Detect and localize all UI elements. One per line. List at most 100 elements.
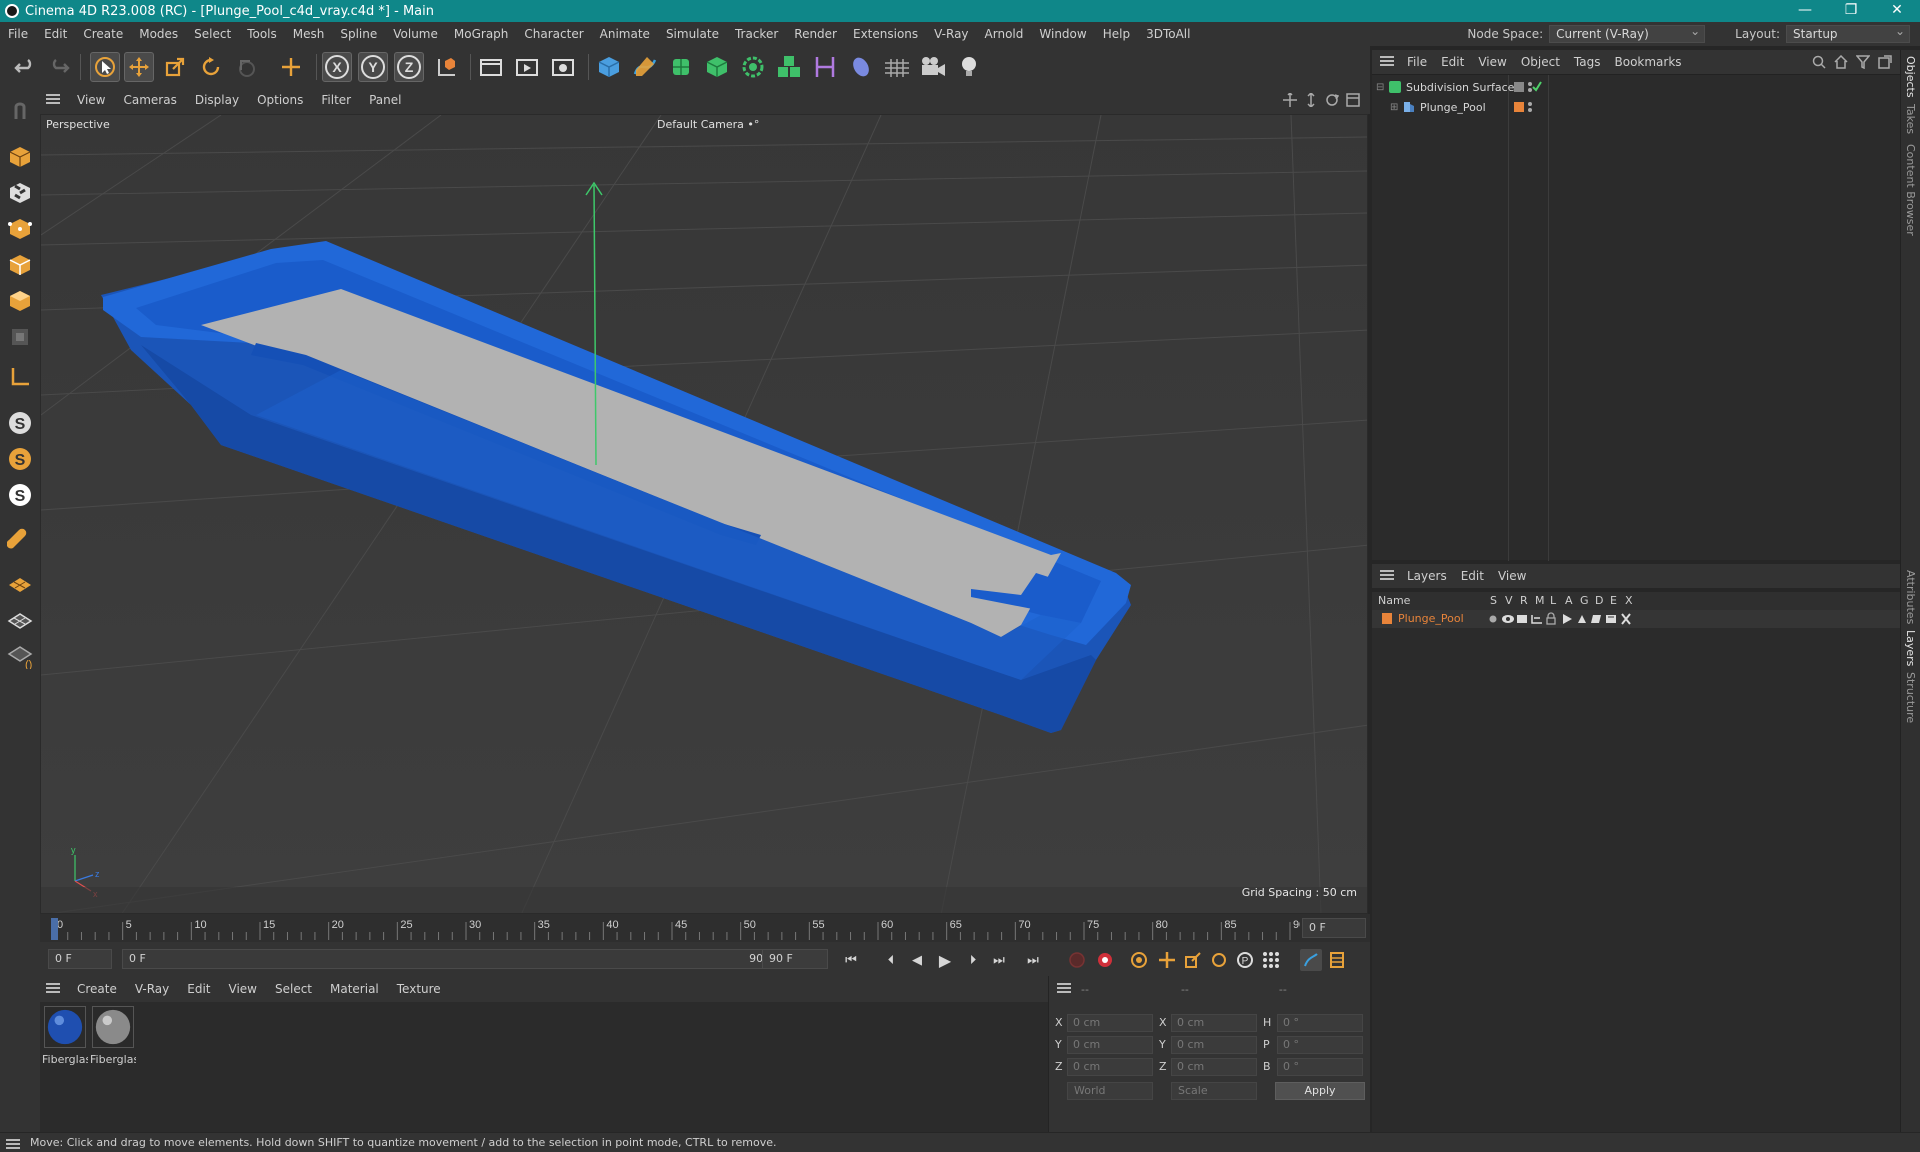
pan-view-icon[interactable] bbox=[1283, 93, 1297, 107]
close-button[interactable]: ✕ bbox=[1874, 0, 1920, 22]
workplane-axis-icon[interactable] bbox=[4, 362, 36, 392]
apply-button[interactable]: Apply bbox=[1275, 1082, 1365, 1100]
playhead[interactable] bbox=[51, 918, 58, 940]
orbit-view-icon[interactable] bbox=[1325, 93, 1339, 107]
coords-hamburger-icon[interactable] bbox=[1057, 982, 1071, 996]
menu-arnold[interactable]: Arnold bbox=[977, 22, 1032, 46]
menu-help[interactable]: Help bbox=[1095, 22, 1138, 46]
dolly-view-icon[interactable] bbox=[1304, 93, 1318, 107]
visibility-dots-icon[interactable] bbox=[1512, 80, 1542, 94]
layer-col-expressions[interactable]: E bbox=[1610, 594, 1617, 607]
size-y-input[interactable]: 0 cm bbox=[1171, 1036, 1257, 1054]
tab-objects[interactable]: Objects bbox=[1904, 56, 1917, 98]
transform-tool-icon[interactable] bbox=[232, 52, 262, 82]
layers-menu-view[interactable]: View bbox=[1491, 569, 1533, 583]
objects-hamburger-icon[interactable] bbox=[1380, 55, 1394, 69]
maximize-button[interactable]: ❐ bbox=[1828, 0, 1874, 22]
layer-col-solo[interactable]: S bbox=[1490, 594, 1497, 607]
minimize-button[interactable]: — bbox=[1782, 0, 1828, 22]
deformer-bend-icon[interactable] bbox=[810, 52, 840, 82]
material-menu-texture[interactable]: Texture bbox=[388, 982, 450, 996]
filter-icon[interactable] bbox=[1856, 55, 1870, 69]
lock-x-axis-button[interactable]: X bbox=[322, 52, 352, 82]
timeline-ruler[interactable]: 051015202530354045505560657075808590 0 F bbox=[40, 914, 1370, 942]
go-to-end-icon[interactable]: ⏭ bbox=[1022, 949, 1044, 971]
new-window-icon[interactable] bbox=[1878, 55, 1892, 69]
render-settings-icon[interactable] bbox=[548, 52, 578, 82]
extrude-generator-icon[interactable] bbox=[702, 52, 732, 82]
viewport-menu-filter[interactable]: Filter bbox=[312, 93, 360, 107]
objects-menu-file[interactable]: File bbox=[1400, 55, 1434, 69]
lock-y-axis-button[interactable]: Y bbox=[358, 52, 388, 82]
layer-name[interactable]: Plunge_Pool bbox=[1398, 612, 1464, 625]
menu-render[interactable]: Render bbox=[786, 22, 845, 46]
menu-volume[interactable]: Volume bbox=[385, 22, 446, 46]
make-editable-icon[interactable] bbox=[4, 96, 36, 126]
scale-tool-icon[interactable] bbox=[160, 52, 190, 82]
floor-scene-icon[interactable] bbox=[882, 52, 912, 82]
tab-attributes[interactable]: Attributes bbox=[1904, 570, 1917, 624]
go-to-start-icon[interactable]: ⏮ bbox=[840, 949, 862, 971]
perspective-viewport[interactable]: y z x Perspective Default Camera •° Grid… bbox=[40, 114, 1368, 914]
array-cloner-icon[interactable] bbox=[774, 52, 804, 82]
material-swatch-blue[interactable]: Fiberglas bbox=[42, 1006, 88, 1066]
start-frame-field[interactable]: 0 F bbox=[48, 949, 112, 969]
menu-select[interactable]: Select bbox=[186, 22, 239, 46]
play-icon[interactable]: ▶ bbox=[934, 949, 956, 971]
rot-p-input[interactable]: 0 ° bbox=[1277, 1036, 1363, 1054]
maximize-view-icon[interactable] bbox=[1346, 93, 1360, 107]
snap-icon[interactable]: S bbox=[4, 408, 36, 438]
viewport-menu-cameras[interactable]: Cameras bbox=[114, 93, 185, 107]
mograph-cloner-icon[interactable] bbox=[738, 52, 768, 82]
layer-col-view[interactable]: V bbox=[1505, 594, 1513, 607]
record-active-icon[interactable] bbox=[1066, 949, 1088, 971]
rotate-tool-icon[interactable] bbox=[196, 52, 226, 82]
keyframe-selection-icon[interactable] bbox=[1128, 949, 1150, 971]
tab-layers[interactable]: Layers bbox=[1904, 630, 1917, 666]
objects-menu-view[interactable]: View bbox=[1471, 55, 1513, 69]
pen-spline-icon[interactable] bbox=[630, 52, 660, 82]
tab-content-browser[interactable]: Content Browser bbox=[1904, 144, 1917, 236]
menu-character[interactable]: Character bbox=[516, 22, 591, 46]
viewport-menu-options[interactable]: Options bbox=[248, 93, 312, 107]
tab-structure[interactable]: Structure bbox=[1904, 672, 1917, 723]
layer-toggle-icons[interactable] bbox=[1486, 612, 1656, 626]
light-object-icon[interactable] bbox=[954, 52, 984, 82]
objects-menu-tags[interactable]: Tags bbox=[1567, 55, 1608, 69]
current-frame-field[interactable]: 0 F bbox=[1302, 918, 1366, 938]
viewport-menu-panel[interactable]: Panel bbox=[360, 93, 410, 107]
layers-hamburger-icon[interactable] bbox=[1380, 569, 1394, 583]
layer-color-tag-icon[interactable] bbox=[1512, 100, 1542, 114]
material-menu-edit[interactable]: Edit bbox=[178, 982, 219, 996]
search-icon[interactable] bbox=[1812, 55, 1826, 69]
lock-z-axis-button[interactable]: Z bbox=[394, 52, 424, 82]
objects-menu-edit[interactable]: Edit bbox=[1434, 55, 1471, 69]
menu-file[interactable]: File bbox=[0, 22, 36, 46]
scale-track-icon[interactable] bbox=[1182, 949, 1204, 971]
menu-extensions[interactable]: Extensions bbox=[845, 22, 926, 46]
workplane-icon[interactable] bbox=[4, 570, 36, 600]
preview-range-slider[interactable]: 0 F 90 F bbox=[122, 949, 782, 969]
home-icon[interactable] bbox=[1834, 55, 1848, 69]
size-x-input[interactable]: 0 cm bbox=[1171, 1014, 1257, 1032]
rot-h-input[interactable]: 0 ° bbox=[1277, 1014, 1363, 1032]
layer-col-animation[interactable]: A bbox=[1565, 594, 1573, 607]
move-tool-icon[interactable] bbox=[124, 52, 154, 82]
field-force-icon[interactable] bbox=[846, 52, 876, 82]
model-mode-icon[interactable] bbox=[4, 142, 36, 172]
layer-col-generators[interactable]: G bbox=[1580, 594, 1589, 607]
material-menu-material[interactable]: Material bbox=[321, 982, 388, 996]
previous-frame-icon[interactable]: ◀ bbox=[906, 949, 928, 971]
material-swatch-gray[interactable]: Fiberglas bbox=[90, 1006, 136, 1066]
size-mode-dropdown[interactable]: Scale bbox=[1171, 1082, 1257, 1100]
subdivision-surface-icon[interactable] bbox=[666, 52, 696, 82]
tree-item-plunge-pool[interactable]: ⊞ Plunge_Pool bbox=[1372, 97, 1900, 117]
rot-b-input[interactable]: 0 ° bbox=[1277, 1058, 1363, 1076]
material-menu-create[interactable]: Create bbox=[68, 982, 126, 996]
render-to-picture-viewer-icon[interactable] bbox=[512, 52, 542, 82]
position-track-icon[interactable] bbox=[1156, 949, 1178, 971]
menu-mesh[interactable]: Mesh bbox=[285, 22, 333, 46]
size-z-input[interactable]: 0 cm bbox=[1171, 1058, 1257, 1076]
viewport-hamburger-icon[interactable] bbox=[46, 93, 60, 107]
material-menu-vray[interactable]: V-Ray bbox=[126, 982, 178, 996]
